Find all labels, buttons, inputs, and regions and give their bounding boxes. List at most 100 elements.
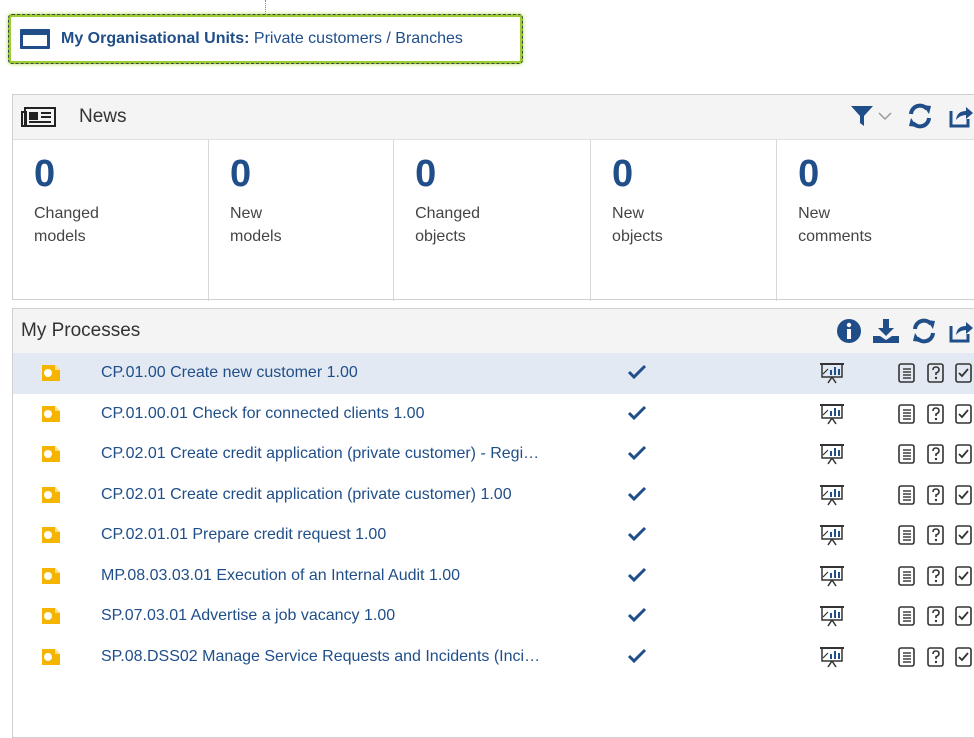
presentation-icon[interactable] — [819, 646, 845, 668]
checkmark-icon — [627, 405, 647, 420]
processes-title: My Processes — [21, 320, 141, 341]
help-document-icon[interactable] — [926, 646, 946, 668]
chevron-down-icon[interactable] — [878, 111, 892, 121]
help-document-icon[interactable] — [926, 484, 946, 506]
download-icon[interactable] — [872, 318, 900, 344]
help-document-icon[interactable] — [926, 524, 946, 546]
tile-label: Changed models — [34, 205, 99, 245]
news-tile-new-models[interactable]: 0 New models — [209, 140, 395, 301]
document-icon[interactable] — [897, 646, 917, 668]
refresh-icon[interactable] — [910, 318, 938, 344]
news-tiles: 0 Changed models 0 New models 0 Changed obj… — [13, 140, 974, 301]
processes-header: My Processes — [13, 309, 974, 353]
process-row[interactable]: CP.01.00 Create new customer 1.00 — [13, 353, 974, 394]
process-row[interactable]: CP.02.01 Create credit application (priv… — [13, 475, 974, 516]
task-check-icon[interactable] — [954, 524, 974, 546]
presentation-icon[interactable] — [819, 605, 845, 627]
process-model-icon — [42, 608, 60, 624]
task-check-icon[interactable] — [954, 443, 974, 465]
process-row[interactable]: CP.02.01 Create credit application (priv… — [13, 434, 974, 475]
org-unit-icon — [20, 29, 50, 49]
checkmark-icon — [627, 607, 647, 623]
presentation-icon[interactable] — [819, 524, 845, 546]
process-model-icon — [42, 567, 60, 584]
process-name[interactable]: SP.07.03.01 Advertise a job vacancy 1.00 — [101, 607, 395, 625]
process-model-icon — [42, 486, 60, 503]
process-row[interactable]: SP.07.03.01 Advertise a job vacancy 1.00 — [13, 596, 974, 637]
process-row[interactable]: SP.08.DSS02 Manage Service Requests and … — [13, 637, 974, 678]
news-tile-changed-objects[interactable]: 0 Changed objects — [394, 140, 592, 301]
news-title: News — [79, 106, 127, 127]
document-icon[interactable] — [897, 524, 917, 546]
newspaper-icon — [21, 107, 56, 127]
news-tile-changed-models[interactable]: 0 Changed models — [13, 140, 209, 301]
news-tile-new-comments[interactable]: 0 New comments — [777, 140, 974, 301]
presentation-icon[interactable] — [819, 362, 845, 384]
document-icon[interactable] — [897, 362, 917, 384]
document-icon[interactable] — [897, 403, 917, 425]
checkmark-icon — [627, 486, 647, 501]
tile-count: 0 — [612, 153, 634, 195]
org-unit-header[interactable]: My Organisational Units: Private custome… — [8, 14, 523, 64]
task-check-icon[interactable] — [954, 403, 974, 425]
tile-label: New models — [230, 205, 282, 245]
checkmark-icon — [627, 526, 647, 542]
process-row[interactable]: CP.01.00.01 Check for connected clients … — [13, 394, 974, 435]
task-check-icon[interactable] — [954, 484, 974, 506]
help-document-icon[interactable] — [926, 362, 946, 384]
org-unit-path: Private customers / Branches — [253, 30, 463, 47]
process-name[interactable]: CP.01.00 Create new customer 1.00 — [101, 364, 358, 382]
connector-line — [265, 0, 266, 14]
presentation-icon[interactable] — [819, 403, 845, 425]
task-check-icon[interactable] — [954, 362, 974, 384]
process-name[interactable]: SP.08.DSS02 Manage Service Requests and … — [101, 648, 540, 666]
process-row[interactable]: MP.08.03.03.01 Execution of an Internal … — [13, 556, 974, 597]
process-list: CP.01.00 Create new customer 1.00 CP.01.… — [13, 353, 974, 677]
tile-count: 0 — [34, 153, 56, 195]
process-name[interactable]: CP.02.01.01 Prepare credit request 1.00 — [101, 526, 386, 544]
news-header: News — [13, 95, 974, 140]
document-icon[interactable] — [897, 443, 917, 465]
help-document-icon[interactable] — [926, 565, 946, 587]
task-check-icon[interactable] — [954, 646, 974, 668]
info-icon[interactable] — [836, 318, 862, 344]
help-document-icon[interactable] — [926, 605, 946, 627]
process-row[interactable]: CP.02.01.01 Prepare credit request 1.00 — [13, 515, 974, 556]
filter-icon[interactable] — [850, 104, 874, 128]
share-icon[interactable] — [948, 318, 974, 344]
tile-count: 0 — [230, 153, 252, 195]
process-name[interactable]: CP.01.00.01 Check for connected clients … — [101, 405, 424, 423]
task-check-icon[interactable] — [954, 605, 974, 627]
processes-panel: My Processes CP.01.00 Create new custome… — [12, 308, 974, 738]
refresh-icon[interactable] — [906, 103, 934, 129]
process-model-icon — [42, 446, 60, 462]
process-model-icon — [42, 648, 60, 665]
presentation-icon[interactable] — [819, 484, 845, 506]
checkmark-icon — [627, 445, 647, 461]
checkmark-icon — [627, 567, 647, 582]
tile-count: 0 — [798, 153, 820, 195]
presentation-icon[interactable] — [819, 565, 845, 587]
share-icon[interactable] — [948, 103, 974, 129]
process-name[interactable]: CP.02.01 Create credit application (priv… — [101, 486, 512, 504]
tile-label: New comments — [798, 205, 872, 245]
org-unit-label: My Organisational Units: — [61, 30, 250, 47]
process-model-icon — [42, 365, 60, 381]
task-check-icon[interactable] — [954, 565, 974, 587]
checkmark-icon — [627, 364, 647, 380]
tile-count: 0 — [415, 153, 437, 195]
news-panel: News 0 Changed models 0 New models 0 Cha… — [12, 94, 974, 301]
presentation-icon[interactable] — [819, 443, 845, 465]
document-icon[interactable] — [897, 605, 917, 627]
process-name[interactable]: CP.02.01 Create credit application (priv… — [101, 445, 539, 463]
help-document-icon[interactable] — [926, 403, 946, 425]
process-model-icon — [42, 527, 60, 543]
document-icon[interactable] — [897, 565, 917, 587]
checkmark-icon — [627, 648, 647, 663]
document-icon[interactable] — [897, 484, 917, 506]
process-model-icon — [42, 405, 60, 422]
help-document-icon[interactable] — [926, 443, 946, 465]
tile-label: Changed objects — [415, 205, 481, 245]
news-tile-new-objects[interactable]: 0 New objects — [591, 140, 778, 301]
process-name[interactable]: MP.08.03.03.01 Execution of an Internal … — [101, 567, 460, 585]
